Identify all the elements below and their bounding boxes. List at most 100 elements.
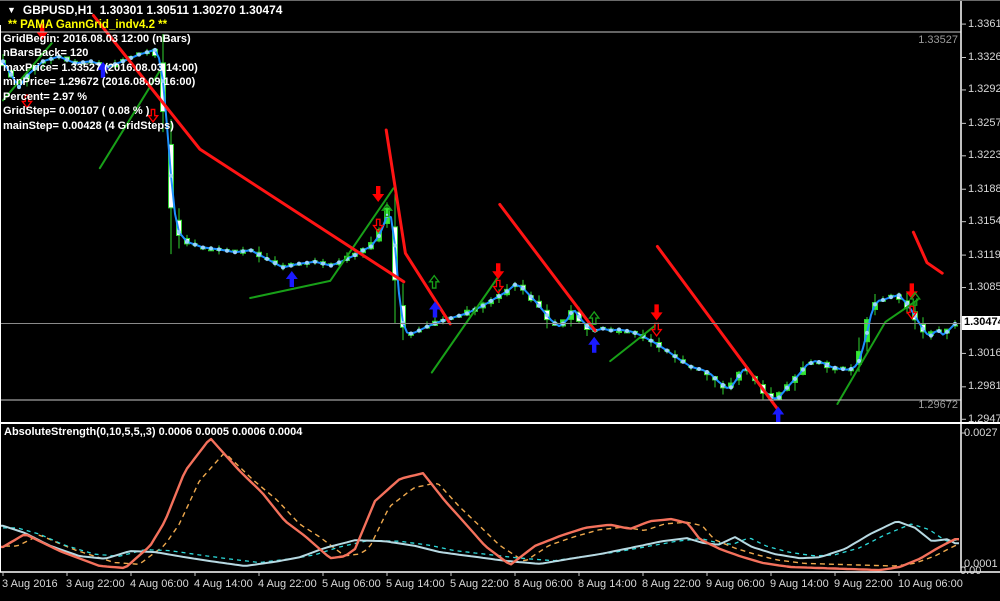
buy-arrow-icon[interactable] — [588, 337, 600, 353]
ma-dot — [937, 329, 941, 333]
ma-dot — [377, 234, 381, 238]
ma-dot — [809, 361, 813, 365]
time-tick-label: 8 Aug 22:00 — [642, 578, 701, 590]
candle-bull — [617, 331, 622, 332]
ma-dot — [257, 253, 261, 257]
price-tick-label: 1.33610 — [968, 18, 1000, 30]
buy-arrow-outline-icon[interactable] — [430, 276, 439, 288]
ma-dot — [225, 249, 229, 253]
ma-dot — [817, 360, 821, 364]
ma-dot — [289, 264, 293, 268]
price-tick-label: 1.31880 — [968, 183, 1000, 195]
ganngrid-info-line: GridBegin: 2016.08.03 12:00 (nBars) — [3, 33, 191, 45]
ma-dot — [873, 302, 877, 306]
ma-dot — [921, 327, 925, 331]
min-price-label: 1.29672 — [908, 399, 958, 411]
ma-dot — [185, 240, 189, 244]
buy-arrow-icon[interactable] — [286, 271, 298, 287]
ganngrid-info-line: minPrice= 1.29672 (2016.08.09 16:00) — [3, 76, 195, 88]
time-tick-label: 3 Aug 2016 — [2, 578, 58, 590]
ma-dot — [265, 257, 269, 261]
indicator-pane[interactable] — [0, 439, 959, 570]
ma-dot — [489, 299, 493, 303]
ma-dot — [577, 315, 581, 319]
ma-dot — [713, 376, 717, 380]
time-tick-label: 9 Aug 14:00 — [770, 578, 829, 590]
time-tick-label: 5 Aug 22:00 — [450, 578, 509, 590]
buy-arrow-icon[interactable] — [772, 407, 784, 423]
price-tick-label: 1.32230 — [968, 149, 1000, 161]
ma-dot — [777, 395, 781, 399]
price-tick-label: 1.32920 — [968, 83, 1000, 95]
time-tick-label: 9 Aug 22:00 — [834, 578, 893, 590]
time-tick-label: 5 Aug 06:00 — [322, 578, 381, 590]
time-tick-label: 4 Aug 22:00 — [258, 578, 317, 590]
time-tick-label: 10 Aug 06:00 — [898, 578, 963, 590]
ma-dot — [665, 349, 669, 353]
ganngrid-info-line: maxPrice= 1.33527 (2016.08.03 14:00) — [3, 62, 198, 74]
ma-dot — [545, 313, 549, 317]
ma-dot — [153, 48, 157, 52]
sell-arrow-icon[interactable] — [492, 263, 504, 279]
bulls-signal-line — [0, 454, 959, 566]
ma-dot — [929, 334, 933, 338]
ma-dot — [825, 363, 829, 367]
sell-arrow-outline-icon[interactable] — [652, 323, 661, 335]
ma-dot — [233, 250, 237, 254]
indicator-scale-zero: 0.00 — [960, 565, 981, 577]
time-tick-label: 8 Aug 14:00 — [578, 578, 637, 590]
ma-dot — [337, 260, 341, 264]
ma-dot — [401, 321, 405, 325]
ma-dot — [369, 244, 373, 248]
ma-dot — [897, 293, 901, 297]
ma-dot — [217, 247, 221, 251]
ma-dot — [457, 314, 461, 318]
ma-dot — [649, 339, 653, 343]
ma-dot — [513, 283, 517, 287]
ma-dot — [881, 298, 885, 302]
ma-dot — [617, 328, 621, 332]
ma-dot — [409, 331, 413, 335]
ma-dot — [737, 374, 741, 378]
ma-dot — [633, 331, 637, 335]
ma-dot — [241, 249, 245, 253]
ma-dot — [201, 245, 205, 249]
mt4-chart-window: ▼GBPUSD,H1 1.30301 1.30511 1.30270 1.304… — [0, 0, 1000, 601]
price-tick-label: 1.29470 — [968, 413, 1000, 425]
sell-arrow-icon[interactable] — [372, 186, 384, 202]
ma-dot — [465, 311, 469, 315]
sell-arrow-icon[interactable] — [651, 304, 663, 320]
ma-dot — [657, 343, 661, 347]
time-tick-label: 9 Aug 06:00 — [706, 578, 765, 590]
ma-dot — [865, 331, 869, 335]
chevron-down-icon[interactable]: ▼ — [7, 6, 16, 16]
ma-dot — [281, 266, 285, 270]
ma-dot — [601, 327, 605, 331]
ganngrid-info-line: mainStep= 0.00428 (4 GridSteps) — [3, 120, 174, 132]
price-tick-label: 1.33260 — [968, 51, 1000, 63]
chart-canvas[interactable] — [0, 1, 1000, 601]
ma-dot — [609, 329, 613, 333]
ma-dot — [841, 367, 845, 371]
ma-dot — [505, 289, 509, 293]
ma-dot — [441, 319, 445, 323]
ma-dot — [945, 330, 949, 334]
pama-ma-line — [3, 50, 955, 399]
gann-support-line[interactable] — [837, 300, 917, 404]
ma-dot — [689, 365, 693, 369]
time-tick-label: 8 Aug 06:00 — [514, 578, 573, 590]
ma-dot — [393, 244, 397, 248]
gann-support-line[interactable] — [432, 278, 498, 373]
ma-dot — [297, 262, 301, 266]
ma-dot — [313, 260, 317, 264]
ma-dot — [305, 261, 309, 265]
indicator-scale-max: 0.0027 — [964, 427, 998, 439]
ma-dot — [625, 329, 629, 333]
gann-resistance-line[interactable] — [657, 247, 777, 409]
ma-dot — [137, 53, 141, 57]
price-tick-label: 1.29810 — [968, 380, 1000, 392]
gann-resistance-line[interactable] — [913, 232, 942, 273]
ma-dot — [321, 262, 325, 266]
ganngrid-info-line: nBarsBack= 120 — [3, 47, 88, 59]
buy-arrow-outline-icon[interactable] — [590, 312, 599, 324]
